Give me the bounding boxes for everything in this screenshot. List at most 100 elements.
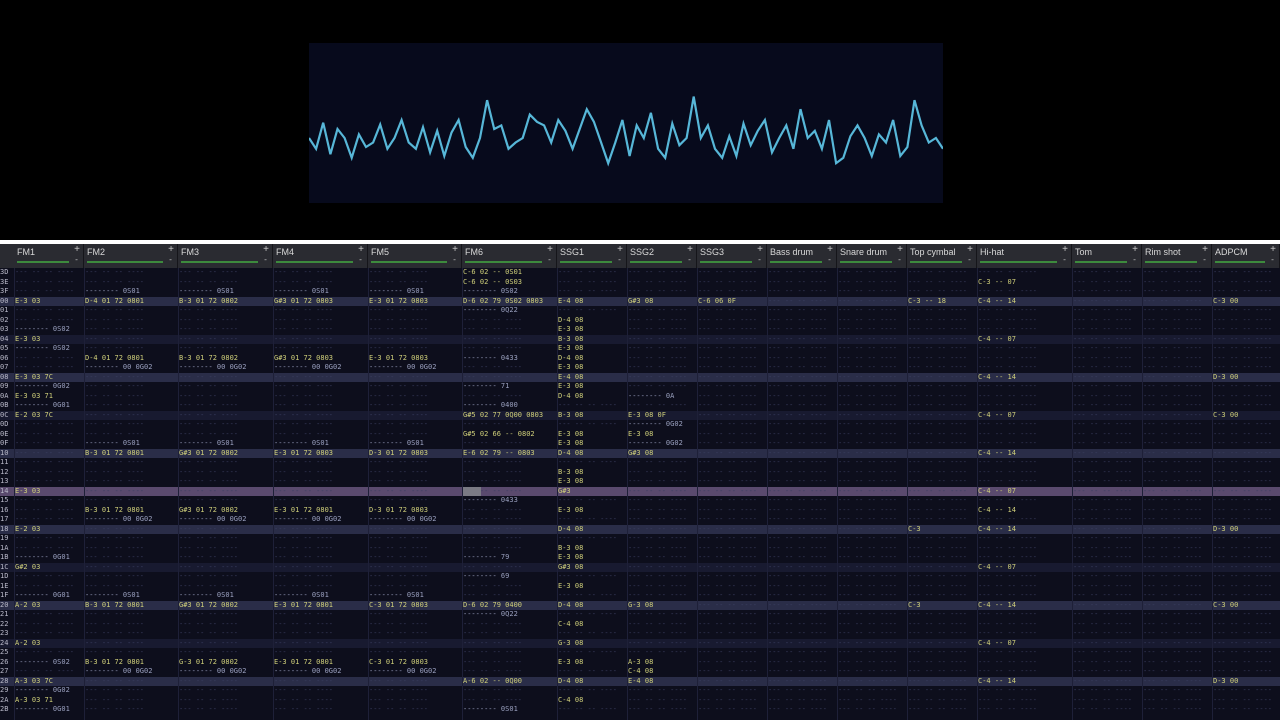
pattern-row[interactable]: 03 -------- 0S02 --- -- -- ---- --- -- -- -…: [0, 325, 1280, 335]
pattern-cell[interactable]: --- -- -- ----: [274, 572, 367, 582]
pattern-cell[interactable]: C-3 -- 18: [908, 297, 976, 307]
pattern-cell[interactable]: E-3 08: [558, 506, 626, 516]
pattern-row[interactable]: 04 E-3 03 --- -- -- ---- --- -- -- ---- --- …: [0, 334, 1280, 345]
pattern-cell[interactable]: --- -- -- ----: [1143, 487, 1211, 497]
pattern-cell[interactable]: --- -- -- ----: [1213, 705, 1279, 715]
pattern-cell[interactable]: --- -- -- ----: [978, 316, 1071, 326]
pattern-cell[interactable]: E-3 03: [15, 487, 83, 497]
pattern-cell[interactable]: --- -- -- ----: [628, 563, 696, 573]
pattern-cell[interactable]: --- -- -- ----: [179, 553, 272, 563]
pattern-cell[interactable]: --- -- -- ----: [908, 325, 976, 335]
pattern-cell[interactable]: --- -- -- ----: [768, 506, 836, 516]
pattern-cell[interactable]: --- -- -- ----: [85, 525, 177, 535]
pattern-cell[interactable]: D-6 02 79 0400: [463, 601, 556, 611]
pattern-cell[interactable]: --- -- -- ----: [558, 306, 626, 316]
pattern-row[interactable]: 1C G#2 03 --- -- -- ---- --- -- -- ---- --- …: [0, 562, 1280, 573]
pattern-cell[interactable]: --- -- -- ----: [369, 477, 461, 487]
pattern-cell[interactable]: --- -- -- ----: [908, 544, 976, 554]
pattern-cell[interactable]: --- -- -- ----: [274, 316, 367, 326]
pattern-cell[interactable]: --- -- -- ----: [369, 468, 461, 478]
pattern-cell[interactable]: --- -- -- ----: [369, 487, 461, 497]
pattern-cell[interactable]: --- -- -- ----: [628, 477, 696, 487]
pattern-cell[interactable]: --- -- -- ----: [628, 572, 696, 582]
pattern-cell[interactable]: --- -- -- ----: [698, 278, 766, 288]
pattern-cell[interactable]: --- -- -- ----: [179, 325, 272, 335]
pattern-cell[interactable]: --- -- -- ----: [838, 686, 906, 696]
pattern-cell[interactable]: --- -- -- ----: [978, 382, 1071, 392]
pattern-cell[interactable]: --- -- -- ----: [463, 335, 556, 345]
pattern-cell[interactable]: --- -- -- ----: [698, 553, 766, 563]
pattern-cell[interactable]: --- -- -- ----: [1143, 610, 1211, 620]
pattern-cell[interactable]: --- -- -- ----: [628, 610, 696, 620]
pattern-cell[interactable]: --- -- -- ----: [628, 401, 696, 411]
pattern-cell[interactable]: G#3 01 72 0803: [274, 297, 367, 307]
pattern-cell[interactable]: --- -- -- ----: [1143, 686, 1211, 696]
pattern-row[interactable]: 13 --- -- -- ---- --- -- -- ---- --- -- -- …: [0, 477, 1280, 487]
pattern-cell[interactable]: --- -- -- ----: [768, 373, 836, 383]
pattern-cell[interactable]: -------- 0G02: [628, 420, 696, 430]
pattern-row[interactable]: 1B -------- 0G01 --- -- -- ---- --- -- -- -…: [0, 553, 1280, 563]
pattern-row[interactable]: 21 --- -- -- ---- --- -- -- ---- --- -- -- …: [0, 610, 1280, 620]
pattern-cell[interactable]: --- -- -- ----: [978, 477, 1071, 487]
pattern-cell[interactable]: -------- 0S01: [369, 591, 461, 601]
pattern-cell[interactable]: --- -- -- ----: [908, 439, 976, 449]
pattern-cell[interactable]: --- -- -- ----: [1073, 705, 1141, 715]
channel-header-fm3[interactable]: FM3 + -: [178, 244, 273, 268]
pattern-row[interactable]: 18 E-2 03 --- -- -- ---- --- -- -- ---- --- …: [0, 524, 1280, 535]
pattern-grid[interactable]: 3D --- -- -- ---- --- -- -- ---- --- -- -- …: [0, 268, 1280, 720]
pattern-cell[interactable]: --- -- -- ----: [1073, 354, 1141, 364]
pattern-cell[interactable]: --- -- -- ----: [369, 335, 461, 345]
pattern-cell[interactable]: --- -- -- ----: [85, 629, 177, 639]
pattern-cell[interactable]: C-3: [908, 525, 976, 535]
pattern-cell[interactable]: --- -- -- ----: [463, 534, 556, 544]
expand-effect-column-button[interactable]: +: [617, 244, 623, 255]
pattern-cell[interactable]: -------- 0S01: [85, 591, 177, 601]
shrink-effect-column-button[interactable]: -: [358, 255, 363, 264]
pattern-cell[interactable]: --- -- -- ----: [978, 591, 1071, 601]
pattern-cell[interactable]: --- -- -- ----: [463, 591, 556, 601]
pattern-cell[interactable]: --- -- -- ----: [369, 373, 461, 383]
pattern-cell[interactable]: --- -- -- ----: [628, 705, 696, 715]
pattern-row[interactable]: 1D --- -- -- ---- --- -- -- ---- --- -- -- …: [0, 572, 1280, 582]
pattern-cell[interactable]: --- -- -- ----: [85, 620, 177, 630]
pattern-cell[interactable]: --- -- -- ----: [369, 430, 461, 440]
pattern-cell[interactable]: --- -- -- ----: [838, 278, 906, 288]
pattern-cell[interactable]: E-3 03: [15, 335, 83, 345]
pattern-row[interactable]: 2B -------- 0G01 --- -- -- ---- --- -- -- -…: [0, 705, 1280, 715]
pattern-cell[interactable]: --- -- -- ----: [1213, 648, 1279, 658]
pattern-cell[interactable]: --- -- -- ----: [908, 335, 976, 345]
pattern-cell[interactable]: --- -- -- ----: [558, 572, 626, 582]
shrink-effect-column-button[interactable]: -: [1132, 255, 1137, 264]
pattern-cell[interactable]: --- -- -- ----: [1143, 363, 1211, 373]
expand-effect-column-button[interactable]: +: [74, 244, 80, 255]
pattern-row[interactable]: 12 --- -- -- ---- --- -- -- ---- --- -- -- …: [0, 468, 1280, 478]
pattern-cell[interactable]: D-4 08: [558, 316, 626, 326]
pattern-cell[interactable]: D-3 00: [1213, 525, 1279, 535]
pattern-cell[interactable]: --- -- -- ----: [908, 591, 976, 601]
pattern-cell[interactable]: --- -- -- ----: [908, 696, 976, 706]
channel-header-rim-shot[interactable]: Rim shot + -: [1142, 244, 1212, 268]
pattern-cell[interactable]: --- -- -- ----: [179, 496, 272, 506]
pattern-cell[interactable]: --- -- -- ----: [1073, 344, 1141, 354]
pattern-cell[interactable]: --- -- -- ----: [838, 667, 906, 677]
pattern-cell[interactable]: --- -- -- ----: [179, 696, 272, 706]
pattern-cell[interactable]: --- -- -- ----: [768, 639, 836, 649]
pattern-cell[interactable]: --- -- -- ----: [698, 515, 766, 525]
pattern-cell[interactable]: --- -- -- ----: [908, 430, 976, 440]
pattern-cell[interactable]: --- -- -- ----: [978, 620, 1071, 630]
pattern-cell[interactable]: --- -- -- ----: [369, 392, 461, 402]
pattern-cell[interactable]: --- -- -- ----: [1213, 287, 1279, 297]
pattern-cell[interactable]: --- -- -- ----: [1143, 553, 1211, 563]
pattern-cell[interactable]: --- -- -- ----: [628, 278, 696, 288]
pattern-cell[interactable]: --- -- -- ----: [908, 316, 976, 326]
pattern-cell[interactable]: E-3 01 72 0803: [274, 449, 367, 459]
pattern-cell[interactable]: --- -- -- ----: [978, 325, 1071, 335]
pattern-cell[interactable]: --- -- -- ----: [908, 686, 976, 696]
pattern-cell[interactable]: --- -- -- ----: [1213, 487, 1279, 497]
pattern-cell[interactable]: --- -- -- ----: [85, 477, 177, 487]
pattern-cell[interactable]: --- -- -- ----: [1143, 468, 1211, 478]
pattern-cell[interactable]: E-3 01 72 0803: [369, 354, 461, 364]
pattern-cell[interactable]: --- -- -- ----: [698, 686, 766, 696]
pattern-cell[interactable]: --- -- -- ----: [85, 335, 177, 345]
pattern-cell[interactable]: --- -- -- ----: [978, 582, 1071, 592]
